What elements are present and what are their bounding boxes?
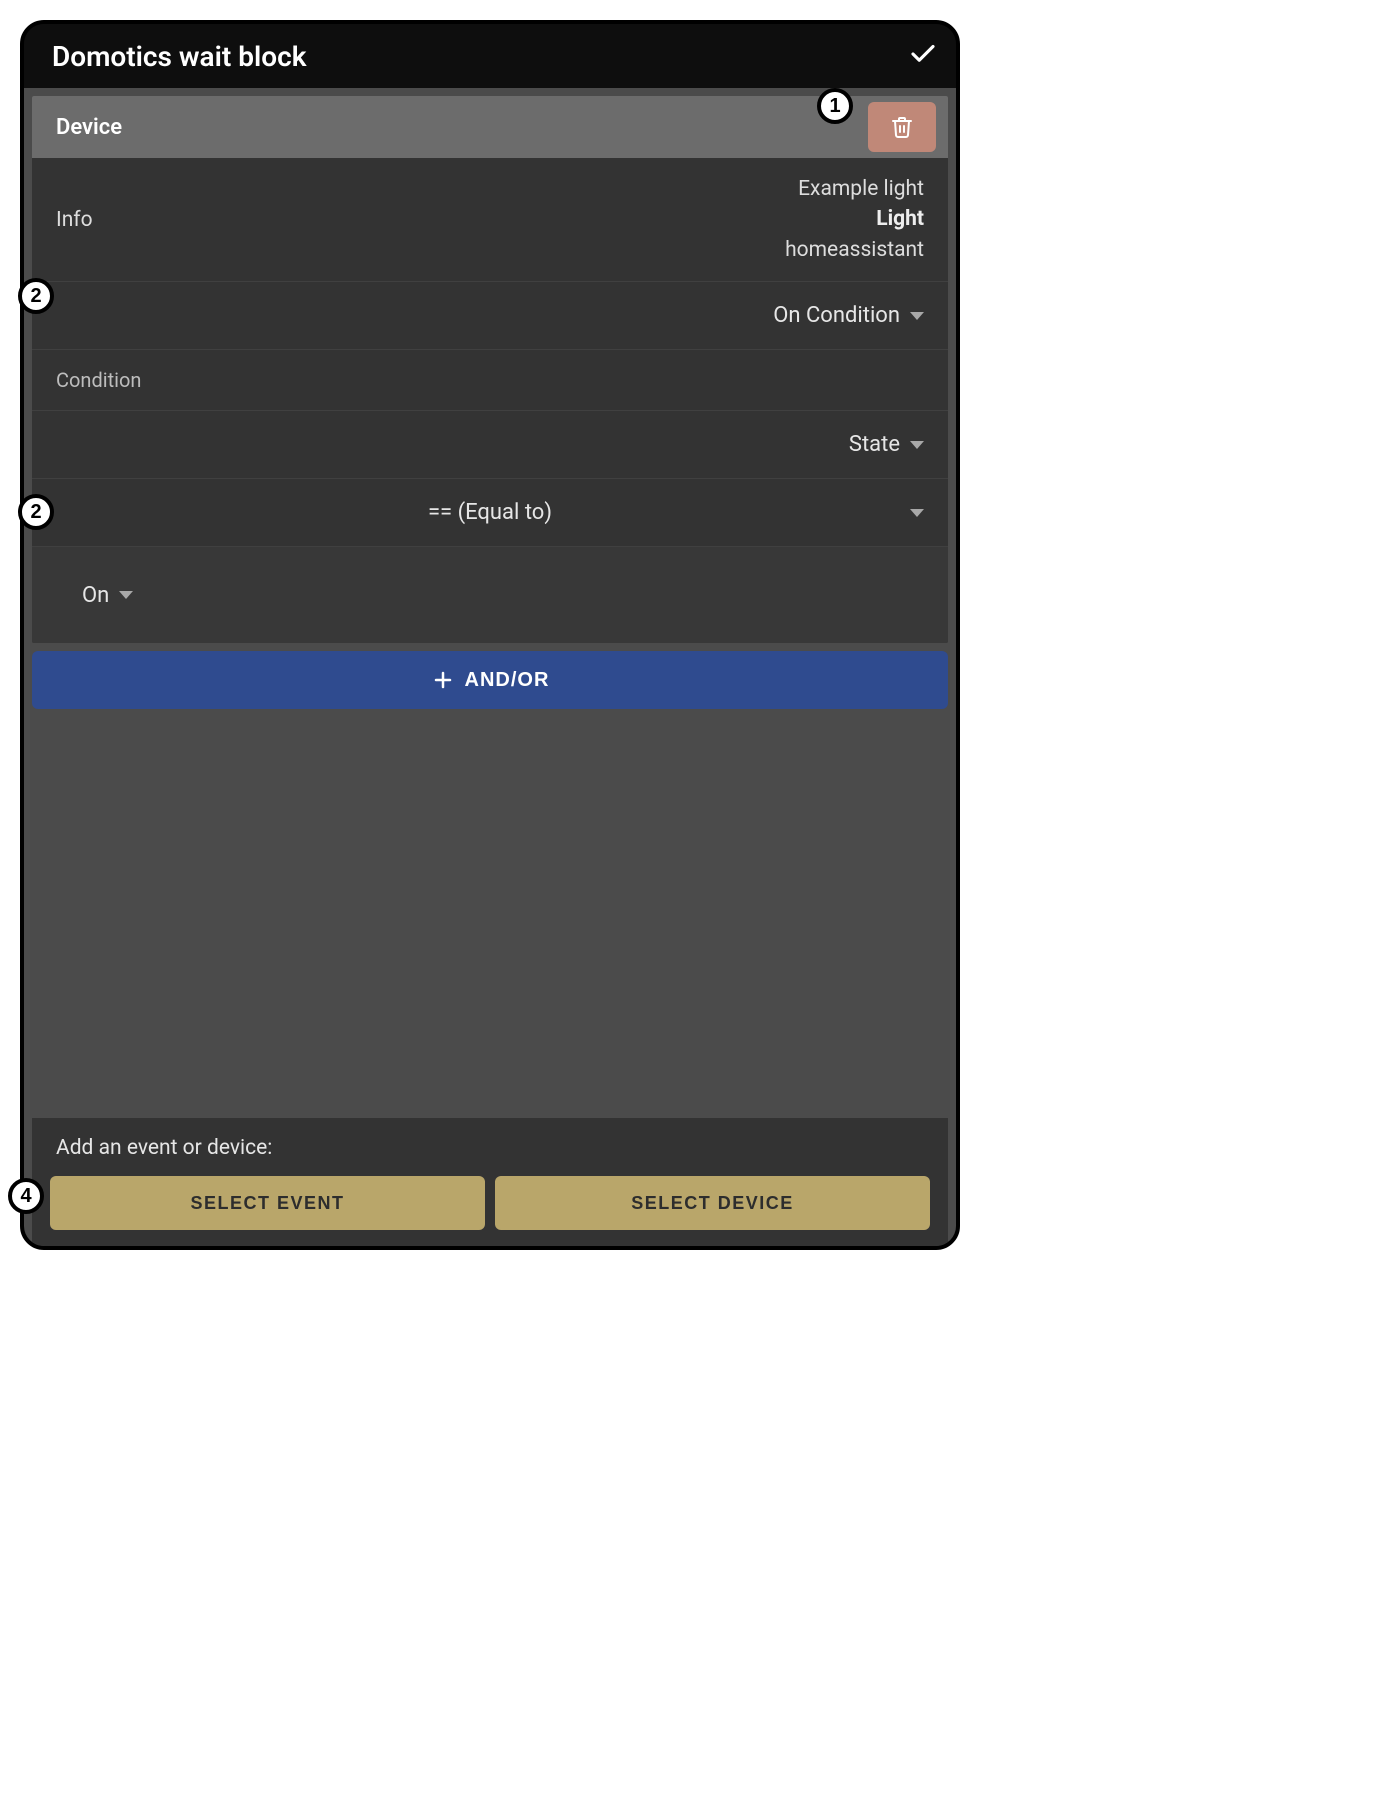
footer-buttons: SELECT EVENT SELECT DEVICE bbox=[50, 1176, 930, 1230]
delete-device-button[interactable] bbox=[868, 102, 936, 152]
dialog-header: Domotics wait block bbox=[24, 24, 956, 88]
condition-value-select[interactable]: On bbox=[56, 583, 133, 608]
info-label: Info bbox=[56, 208, 93, 232]
confirm-button[interactable] bbox=[908, 39, 938, 73]
info-values: Example light Light homeassistant bbox=[785, 174, 924, 265]
check-icon bbox=[908, 39, 938, 69]
dialog-frame: Domotics wait block Device Info bbox=[20, 20, 960, 1250]
condition-value-row[interactable]: On bbox=[32, 547, 948, 643]
condition-operator-row[interactable]: == (Equal to) bbox=[32, 479, 948, 547]
condition-attribute-row[interactable]: State bbox=[32, 411, 948, 479]
condition-attribute-value: State bbox=[849, 432, 900, 457]
content-spacer bbox=[32, 709, 948, 1118]
trash-icon bbox=[890, 114, 914, 140]
device-header-label: Device bbox=[56, 115, 122, 140]
dialog-title: Domotics wait block bbox=[52, 40, 307, 73]
footer-prompt: Add an event or device: bbox=[50, 1136, 930, 1160]
chevron-down-icon bbox=[910, 312, 924, 320]
annotation-badge-2b: 2 bbox=[18, 494, 54, 530]
chevron-down-icon bbox=[910, 441, 924, 449]
chevron-down-icon bbox=[119, 591, 133, 599]
trigger-type-select[interactable]: On Condition bbox=[773, 303, 924, 328]
footer-panel: Add an event or device: SELECT EVENT SEL… bbox=[32, 1118, 948, 1246]
trigger-type-value: On Condition bbox=[773, 303, 900, 328]
annotation-badge-4: 4 bbox=[8, 1178, 44, 1214]
and-or-button[interactable]: AND/OR bbox=[32, 651, 948, 709]
device-card: Device Info Example light Light homeassi… bbox=[32, 96, 948, 643]
plus-icon bbox=[431, 668, 455, 692]
info-device-name: Example light bbox=[785, 174, 924, 204]
chevron-down-icon bbox=[910, 509, 924, 517]
condition-operator-value: == (Equal to) bbox=[428, 500, 552, 525]
annotation-badge-1: 1 bbox=[817, 88, 853, 124]
trigger-type-row[interactable]: On Condition bbox=[32, 282, 948, 350]
condition-operator-select[interactable]: == (Equal to) bbox=[56, 500, 924, 525]
condition-value: On bbox=[82, 583, 109, 608]
dialog-content: Device Info Example light Light homeassi… bbox=[24, 88, 956, 1246]
device-info-row: Info Example light Light homeassistant bbox=[32, 158, 948, 282]
condition-attribute-select[interactable]: State bbox=[849, 432, 924, 457]
device-card-header: Device bbox=[32, 96, 948, 158]
select-event-button[interactable]: SELECT EVENT bbox=[50, 1176, 485, 1230]
info-device-type: Light bbox=[785, 204, 924, 234]
condition-section-header: Condition bbox=[32, 350, 948, 411]
and-or-label: AND/OR bbox=[465, 669, 550, 692]
condition-section-label: Condition bbox=[56, 368, 141, 392]
select-device-button[interactable]: SELECT DEVICE bbox=[495, 1176, 930, 1230]
annotation-badge-2a: 2 bbox=[18, 278, 54, 314]
info-device-source: homeassistant bbox=[785, 235, 924, 265]
